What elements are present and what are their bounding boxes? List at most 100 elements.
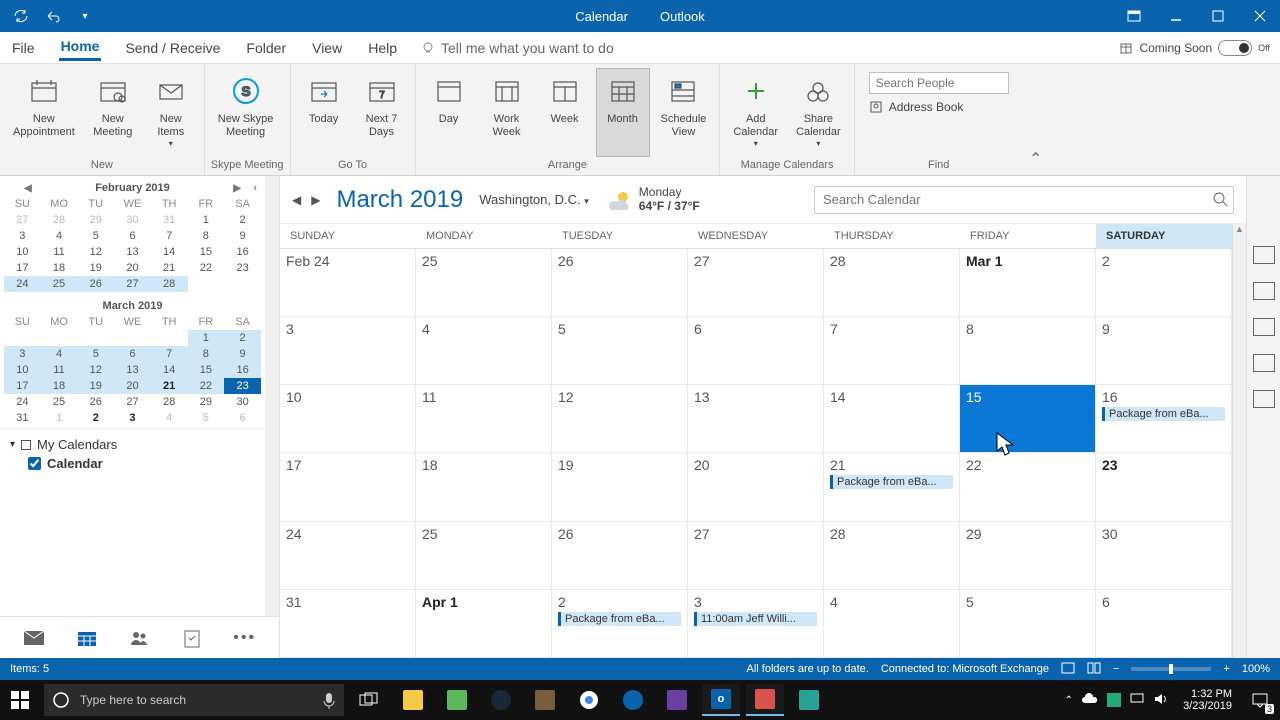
minical-day[interactable]: 4 xyxy=(41,346,78,362)
tab-file[interactable]: File xyxy=(10,36,37,60)
search-icon[interactable] xyxy=(1212,191,1228,212)
minical-day[interactable]: 9 xyxy=(224,228,261,244)
minical-day[interactable]: 23 xyxy=(224,260,261,276)
minical-day[interactable]: 25 xyxy=(41,276,78,292)
new-skype-meeting-button[interactable]: SNew Skype Meeting xyxy=(211,68,281,157)
zoom-out-icon[interactable]: − xyxy=(1113,663,1119,675)
minical-day[interactable]: 1 xyxy=(188,212,225,228)
prev-period-icon[interactable]: ◀ xyxy=(292,193,301,207)
tab-send-receive[interactable]: Send / Receive xyxy=(123,36,222,60)
outlook-taskbar-icon[interactable]: o xyxy=(702,684,740,716)
my-calendars-header[interactable]: ▾My Calendars xyxy=(10,437,255,452)
calendar-cell[interactable]: 27 xyxy=(688,249,824,317)
tab-folder[interactable]: Folder xyxy=(244,36,288,60)
chrome-icon[interactable] xyxy=(570,684,608,716)
mail-icon[interactable] xyxy=(18,622,50,654)
calendar-scrollbar[interactable]: ▲ xyxy=(1232,224,1246,658)
minical-day[interactable]: 16 xyxy=(224,244,261,260)
calendar-cell[interactable]: Feb 24 xyxy=(280,249,416,317)
calendar-cell[interactable]: 5 xyxy=(960,590,1096,658)
minical-day[interactable]: 5 xyxy=(77,228,114,244)
next-7-days-button[interactable]: 7Next 7 Days xyxy=(355,68,409,157)
minical-day[interactable]: 20 xyxy=(114,378,151,394)
minical-day[interactable]: 24 xyxy=(4,276,41,292)
location-dropdown[interactable]: Washington, D.C. ▾ xyxy=(479,192,589,207)
calendar-cell[interactable]: 21Package from eBa... xyxy=(824,453,960,521)
calendar-cell[interactable]: 6 xyxy=(688,317,824,385)
file-explorer-icon[interactable] xyxy=(394,684,432,716)
tab-home[interactable]: Home xyxy=(59,34,102,61)
app-brown-icon[interactable] xyxy=(526,684,564,716)
minical-day[interactable]: 19 xyxy=(77,260,114,276)
app-teal-icon[interactable] xyxy=(790,684,828,716)
tray-onedrive-icon[interactable] xyxy=(1081,693,1099,708)
start-button[interactable] xyxy=(0,680,40,720)
minical-day[interactable]: 14 xyxy=(151,244,188,260)
new-appointment-button[interactable]: New Appointment xyxy=(6,68,82,157)
calendar-cell[interactable]: 2Package from eBa... xyxy=(552,590,688,658)
minical-day[interactable]: 28 xyxy=(151,394,188,410)
calendar-cell[interactable]: 20 xyxy=(688,453,824,521)
next-month-icon[interactable]: ▶ xyxy=(233,183,241,194)
minical-day[interactable]: 1 xyxy=(41,410,78,426)
edge-icon[interactable] xyxy=(614,684,652,716)
calendar-cell[interactable]: 14 xyxy=(824,385,960,453)
taskbar-search[interactable]: Type here to search xyxy=(44,684,344,716)
minical-day[interactable]: 8 xyxy=(188,228,225,244)
calendar-cell[interactable]: 15 xyxy=(960,385,1096,453)
minical-day[interactable]: 10 xyxy=(4,362,41,378)
minical-day[interactable]: 12 xyxy=(77,244,114,260)
calendar-event[interactable]: Package from eBa... xyxy=(1102,407,1225,421)
ribbon-display-icon[interactable] xyxy=(1114,0,1154,32)
app-green-icon[interactable] xyxy=(438,684,476,716)
minical-day[interactable]: 30 xyxy=(224,394,261,410)
weather-widget[interactable]: Monday64°F / 37°F xyxy=(605,186,700,212)
today-button[interactable]: Today xyxy=(297,68,351,157)
minical-day[interactable]: 6 xyxy=(114,346,151,362)
address-book-button[interactable]: Address Book xyxy=(869,100,1009,114)
view-normal-icon[interactable] xyxy=(1061,662,1075,677)
calendar-cell[interactable]: 6 xyxy=(1096,590,1232,658)
minical-day[interactable]: 3 xyxy=(4,228,41,244)
new-items-button[interactable]: New Items ▾ xyxy=(144,68,198,157)
coming-soon-toggle[interactable]: Coming Soon Off xyxy=(1119,40,1270,56)
mini-calendar-mar[interactable]: March 2019 SUMOTUWETHFRSA123456789101112… xyxy=(0,294,265,428)
minical-day[interactable] xyxy=(41,330,78,346)
minical-day[interactable] xyxy=(4,330,41,346)
mini-calendar-feb[interactable]: ◀February 2019▶‹ SUMOTUWETHFRSA272829303… xyxy=(0,176,265,294)
calendar-cell[interactable]: 16Package from eBa... xyxy=(1096,385,1232,453)
minical-day[interactable]: 2 xyxy=(224,212,261,228)
calendar-cell[interactable]: 10 xyxy=(280,385,416,453)
minical-day[interactable]: 2 xyxy=(224,330,261,346)
minical-day[interactable]: 13 xyxy=(114,244,151,260)
minical-day[interactable]: 22 xyxy=(188,260,225,276)
tray-volume-icon[interactable] xyxy=(1153,692,1169,709)
sidebar-scrollbar[interactable] xyxy=(265,176,279,616)
minical-day[interactable]: 31 xyxy=(4,410,41,426)
calendar-cell[interactable]: 4 xyxy=(416,317,552,385)
minical-day[interactable]: 10 xyxy=(4,244,41,260)
minical-day[interactable] xyxy=(114,330,151,346)
prev-month-icon[interactable]: ◀ xyxy=(24,183,32,194)
minical-day[interactable]: 1 xyxy=(188,330,225,346)
add-calendar-button[interactable]: Add Calendar ▾ xyxy=(726,68,785,157)
new-meeting-button[interactable]: New Meeting xyxy=(86,68,140,157)
minical-day[interactable]: 9 xyxy=(224,346,261,362)
minical-day[interactable]: 20 xyxy=(114,260,151,276)
minical-day[interactable]: 27 xyxy=(114,276,151,292)
steam-icon[interactable] xyxy=(482,684,520,716)
minical-day[interactable]: 4 xyxy=(41,228,78,244)
calendar-cell[interactable]: 3 xyxy=(280,317,416,385)
search-calendar-input[interactable] xyxy=(814,186,1234,214)
minical-day[interactable]: 18 xyxy=(41,378,78,394)
minical-day[interactable]: 29 xyxy=(188,394,225,410)
calendar-event[interactable]: Package from eBa... xyxy=(558,612,681,626)
calendar-cell[interactable]: 7 xyxy=(824,317,960,385)
calendar-cell[interactable]: 4 xyxy=(824,590,960,658)
calendar-cell[interactable]: 29 xyxy=(960,522,1096,590)
minical-day[interactable]: 29 xyxy=(77,212,114,228)
minical-day[interactable]: 6 xyxy=(114,228,151,244)
calendar-cell[interactable]: 13 xyxy=(688,385,824,453)
taskbar-clock[interactable]: 1:32 PM 3/23/2019 xyxy=(1177,688,1238,712)
day-button[interactable]: Day xyxy=(422,68,476,157)
